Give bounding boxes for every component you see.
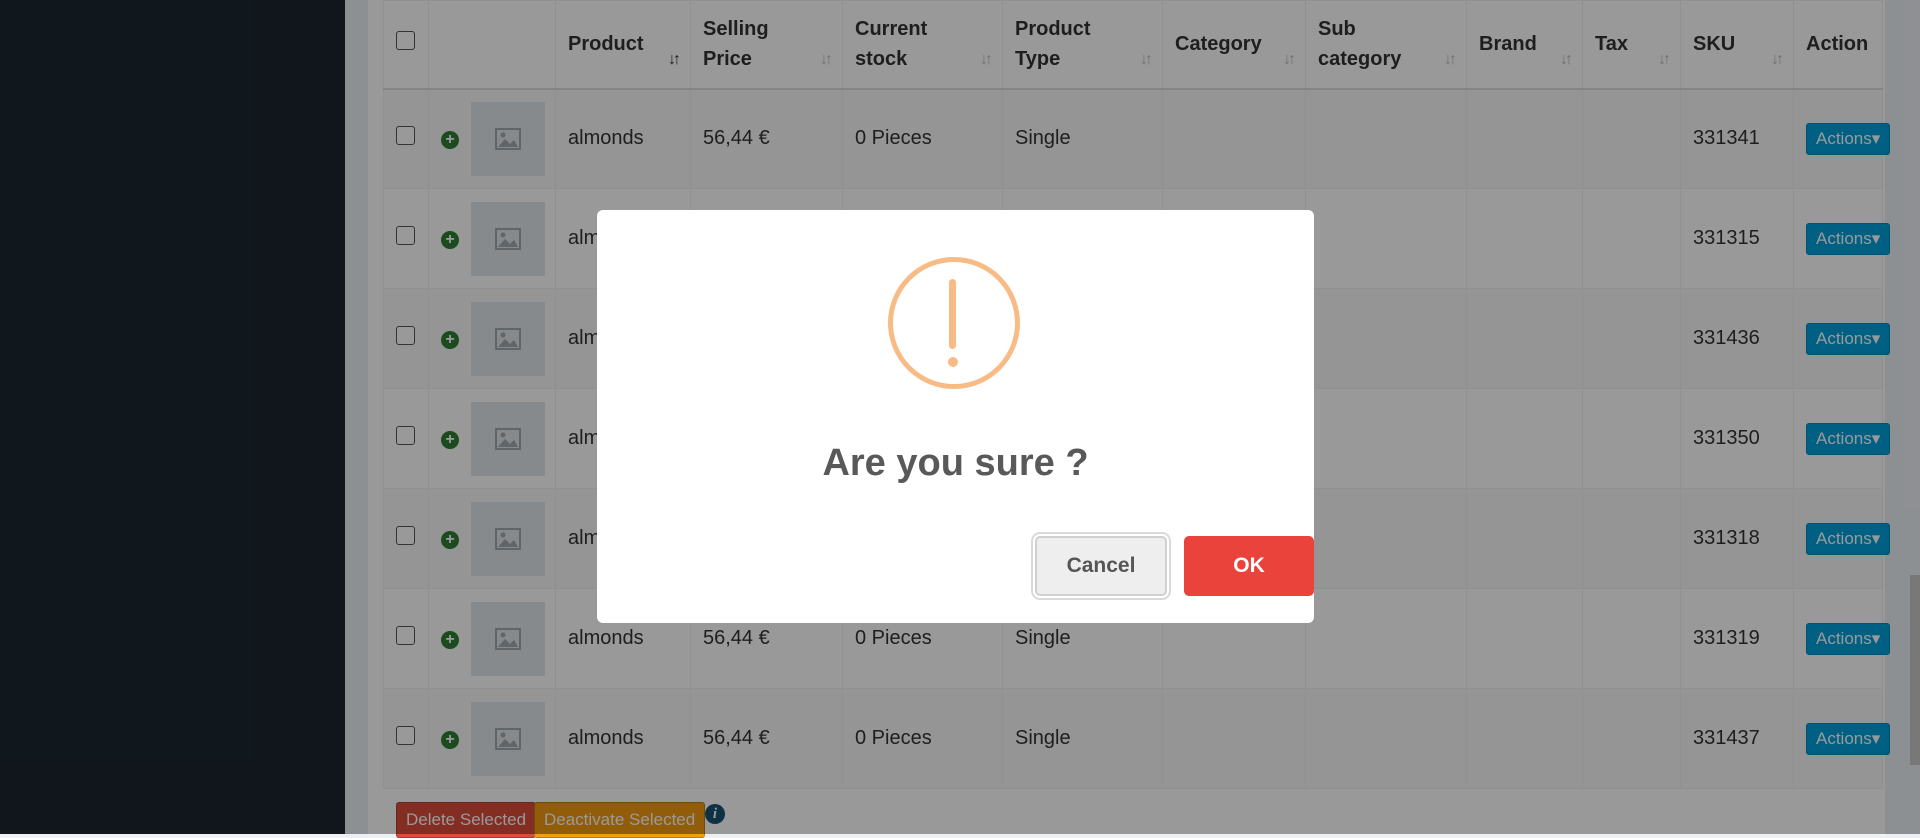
confirm-dialog: Are you sure ? Cancel OK bbox=[597, 210, 1314, 623]
cancel-button[interactable]: Cancel bbox=[1035, 536, 1167, 596]
ok-button[interactable]: OK bbox=[1184, 536, 1314, 596]
dialog-title: Are you sure ? bbox=[822, 442, 1089, 484]
warning-icon bbox=[888, 257, 1020, 389]
